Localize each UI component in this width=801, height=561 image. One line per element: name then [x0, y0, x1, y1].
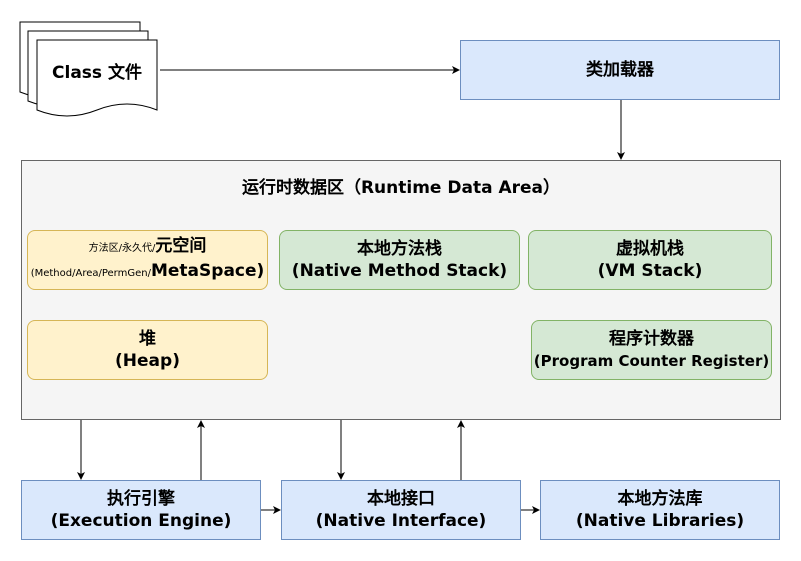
- connector-arrows: [77, 66, 625, 514]
